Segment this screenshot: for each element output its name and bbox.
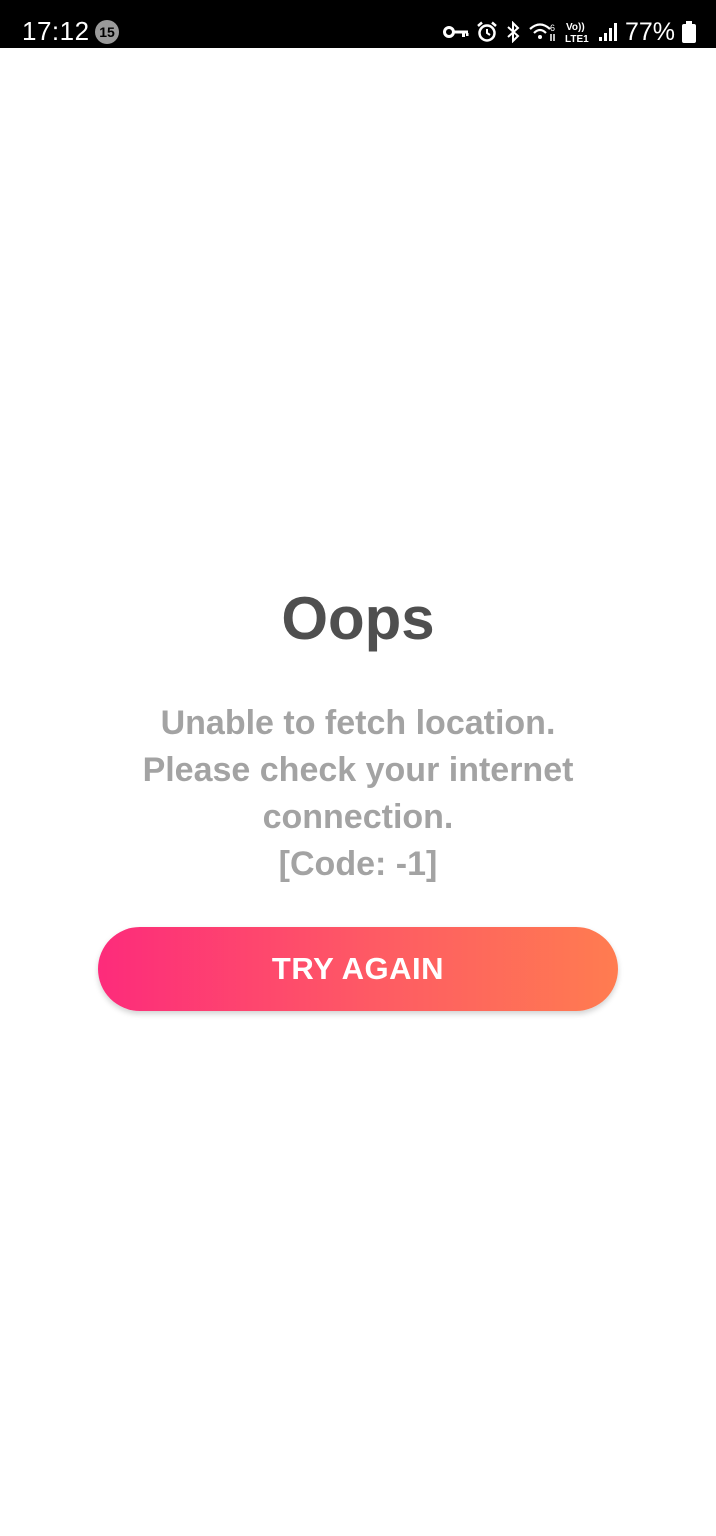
vpn-key-icon (442, 24, 469, 40)
notification-count-badge: 15 (95, 20, 119, 44)
svg-text:6: 6 (550, 23, 555, 33)
status-icons: 6 Vo)) LTE1 77% (442, 16, 696, 48)
wifi-icon: 6 (528, 21, 558, 43)
error-code: [Code: -1] (278, 845, 438, 883)
error-title: Oops (281, 585, 435, 652)
battery-icon (682, 21, 696, 43)
try-again-label: TRY AGAIN (271, 951, 445, 986)
volte-icon: Vo)) LTE1 (565, 20, 591, 44)
error-message-line: connection. (262, 798, 454, 836)
error-message-line: Unable to fetch location. (160, 704, 556, 742)
error-message-line: Please check your internet (142, 751, 574, 789)
bluetooth-icon (505, 21, 521, 43)
battery-percent: 77% (624, 18, 675, 46)
status-bar: 17:12 15 6 Vo)) LTE1 77% (0, 0, 716, 48)
svg-text:Vo)): Vo)) (566, 22, 585, 33)
alarm-icon (476, 21, 498, 43)
signal-icon (598, 22, 618, 42)
svg-text:LTE1: LTE1 (565, 34, 589, 44)
error-screen: Oops Unable to fetch location. Please ch… (0, 48, 716, 1536)
error-message: Unable to fetch location. Please check y… (98, 700, 618, 888)
try-again-button[interactable]: TRY AGAIN (98, 927, 618, 1011)
status-time: 17:12 (22, 16, 90, 46)
